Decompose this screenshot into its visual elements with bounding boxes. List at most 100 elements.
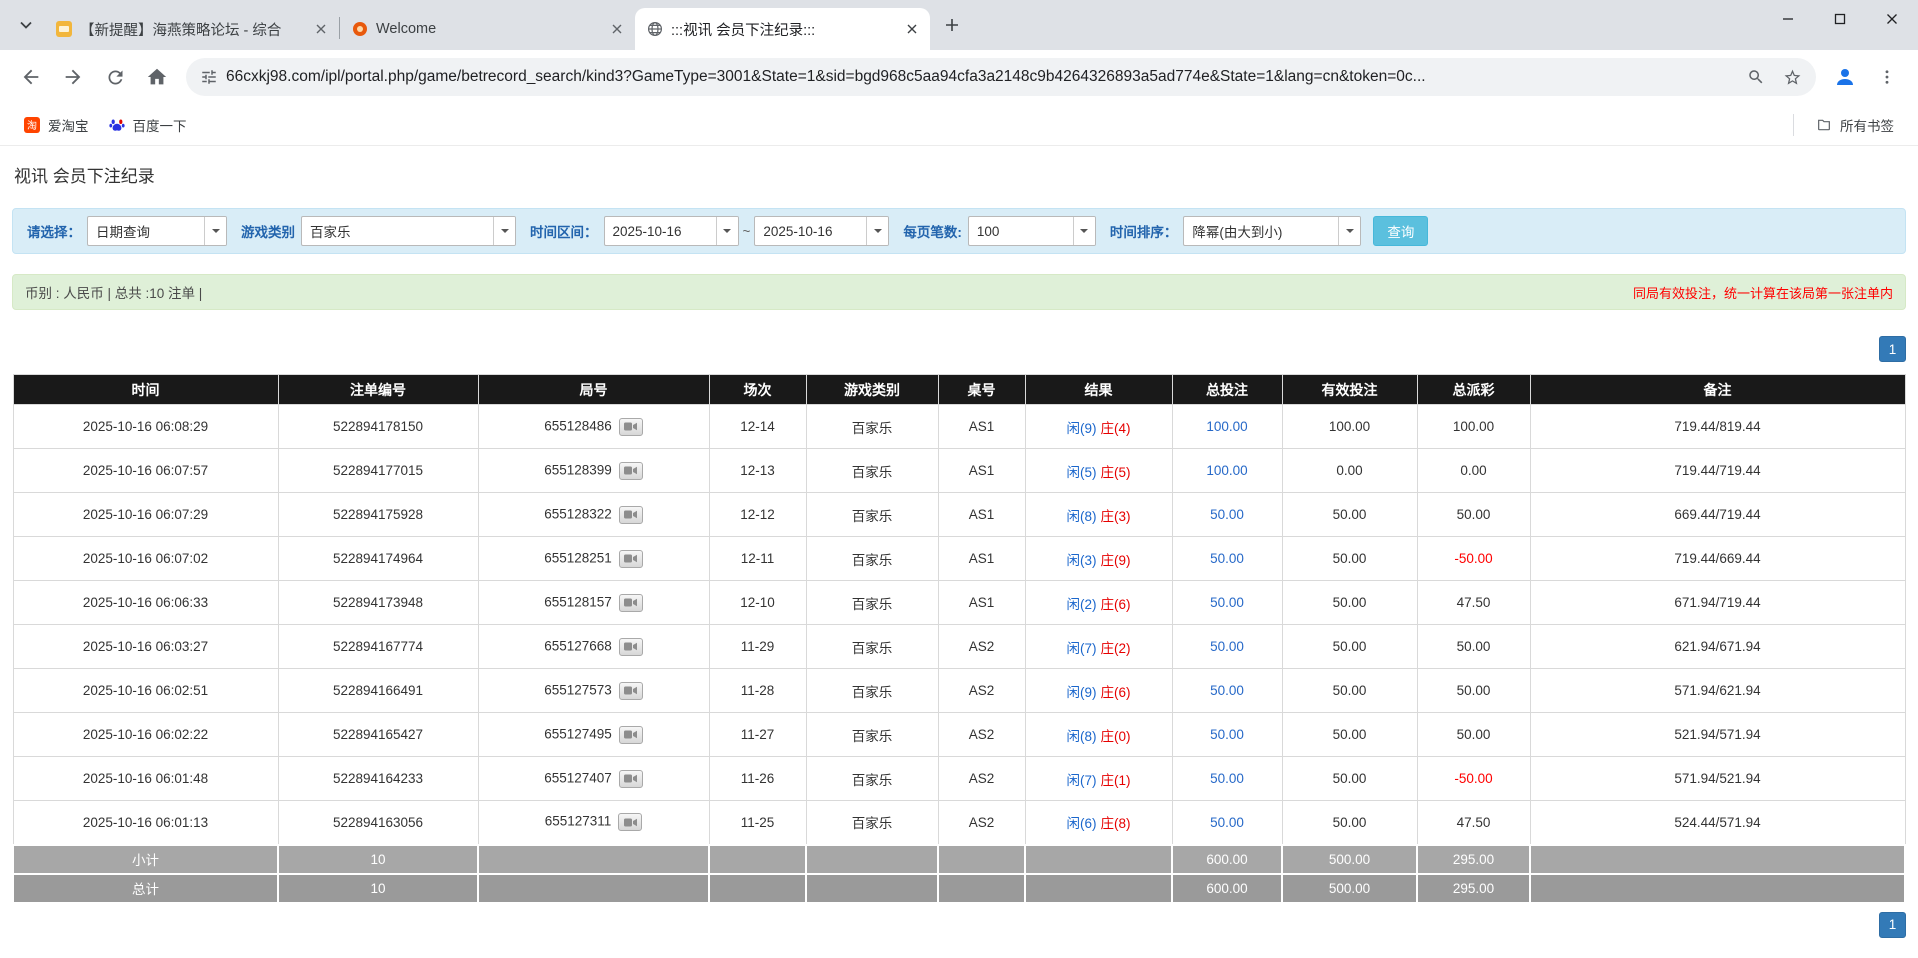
column-header-1: 注单编号 [278,375,478,405]
round-id-cell: 655127495 [478,713,709,757]
round-video-icon[interactable] [619,770,643,788]
chevron-down-icon[interactable] [1338,217,1360,245]
result-banker: 庄(8) [1101,816,1131,831]
result-cell: 闲(3)庄(9) [1025,537,1172,581]
reload-button[interactable] [96,58,134,96]
date-from-select[interactable]: 2025-10-16 [604,216,739,246]
chevron-down-icon[interactable] [493,217,515,245]
session-cell: 11-29 [709,625,806,669]
game-type-cell: 百家乐 [806,493,938,537]
time-cell: 2025-10-16 06:02:51 [13,669,278,713]
page-1-button[interactable]: 1 [1879,336,1906,362]
round-video-icon[interactable] [619,594,643,612]
bet-table-header-row: 时间注单编号局号场次游戏类别桌号结果总投注有效投注总派彩备注 [13,375,1905,405]
minimize-button[interactable] [1762,0,1814,38]
summary-bar: 币别 : 人民币 | 总共 :10 注单 | 同局有效投注，统一计算在该局第一张… [12,274,1906,310]
query-type-select[interactable]: 日期查询 [87,216,227,246]
column-header-9: 总派彩 [1417,375,1530,405]
total-bet-link[interactable]: 50.00 [1172,669,1282,713]
search-button[interactable]: 查询 [1373,216,1428,246]
total-bet-link[interactable]: 50.00 [1172,801,1282,845]
table-no-cell: AS2 [938,713,1025,757]
time-cell: 2025-10-16 06:01:48 [13,757,278,801]
table-no-cell: AS2 [938,669,1025,713]
bet-row: 2025-10-16 06:01:48522894164233655127407… [13,757,1905,801]
valid-bet-cell: 50.00 [1282,801,1417,845]
new-tab-button[interactable] [936,9,968,41]
chevron-down-icon[interactable] [716,217,738,245]
page-size-label: 每页笔数: [903,221,962,241]
total-bet-link[interactable]: 50.00 [1172,625,1282,669]
total-row-cell-1: 10 [278,874,478,903]
total-bet-link[interactable]: 50.00 [1172,493,1282,537]
total-bet-link[interactable]: 100.00 [1172,449,1282,493]
session-cell: 12-13 [709,449,806,493]
site-settings-icon[interactable] [200,68,218,86]
round-video-icon[interactable] [618,813,642,831]
total-bet-link[interactable]: 50.00 [1172,537,1282,581]
chevron-down-icon[interactable] [866,217,888,245]
maximize-button[interactable] [1814,0,1866,38]
page-1-button[interactable]: 1 [1879,912,1906,938]
round-video-icon[interactable] [619,638,643,656]
bookmarks-bar: 淘 爱淘宝 百度一下 所有书签 [0,104,1918,146]
taobao-icon: 淘 [24,117,40,133]
all-bookmarks-button[interactable]: 所有书签 [1806,111,1904,139]
round-video-icon[interactable] [619,418,643,436]
round-video-icon[interactable] [619,682,643,700]
zoom-icon[interactable] [1740,61,1772,93]
total-bet-link[interactable]: 50.00 [1172,713,1282,757]
round-id: 655128322 [544,506,612,521]
url-bar[interactable]: 66cxkj98.com/ipl/portal.php/game/betreco… [186,58,1816,96]
payout-cell: 50.00 [1417,625,1530,669]
session-cell: 12-11 [709,537,806,581]
subtotal-row-cell-7: 600.00 [1172,845,1282,874]
menu-icon[interactable] [1868,58,1906,96]
forward-button[interactable] [54,58,92,96]
bet-table-foot: 小计10600.00500.00295.00总计10600.00500.0029… [13,845,1905,903]
result-player: 闲(3) [1067,553,1097,568]
result-player: 闲(2) [1067,597,1097,612]
tab-forum[interactable]: 【新提醒】海燕策略论坛 - 综合 [44,8,339,50]
game-type-select[interactable]: 百家乐 [301,216,516,246]
session-cell: 11-28 [709,669,806,713]
total-bet-link[interactable]: 50.00 [1172,581,1282,625]
tab-bet-record[interactable]: :::视讯 会员下注纪录::: [635,8,930,50]
total-row-cell-9: 295.00 [1417,874,1530,903]
round-video-icon[interactable] [619,550,643,568]
tab-close-icon[interactable] [311,19,331,39]
session-cell: 11-25 [709,801,806,845]
close-button[interactable] [1866,0,1918,38]
tab-close-icon[interactable] [607,19,627,39]
total-bet-link[interactable]: 100.00 [1172,405,1282,449]
round-video-icon[interactable] [619,462,643,480]
round-video-icon[interactable] [619,506,643,524]
home-button[interactable] [138,58,176,96]
bookmark-star-icon[interactable] [1776,61,1808,93]
round-id: 655127495 [544,726,612,741]
back-button[interactable] [12,58,50,96]
table-no-cell: AS1 [938,537,1025,581]
total-row-cell-7: 600.00 [1172,874,1282,903]
table-no-cell: AS1 [938,581,1025,625]
sort-order-select[interactable]: 降幂(由大到小) [1183,216,1361,246]
chevron-down-icon[interactable] [204,217,226,245]
tab-close-icon[interactable] [902,19,922,39]
note-cell: 571.94/621.94 [1530,669,1905,713]
date-to-select[interactable]: 2025-10-16 [754,216,889,246]
tab-search-chevron-icon[interactable] [10,9,42,41]
bookmark-baidu[interactable]: 百度一下 [99,111,197,139]
round-video-icon[interactable] [619,726,643,744]
folder-icon [1816,117,1832,133]
date-to-value: 2025-10-16 [755,217,866,245]
subtotal-row-cell-0: 小计 [13,845,278,874]
page-size-select[interactable]: 100 [968,216,1096,246]
tab-welcome[interactable]: Welcome [340,8,635,50]
chevron-down-icon[interactable] [1073,217,1095,245]
valid-bet-cell: 50.00 [1282,625,1417,669]
game-type-cell: 百家乐 [806,581,938,625]
profile-avatar[interactable] [1826,58,1864,96]
bookmark-taobao[interactable]: 淘 爱淘宝 [14,111,99,139]
total-bet-link[interactable]: 50.00 [1172,757,1282,801]
note-cell: 719.44/669.44 [1530,537,1905,581]
